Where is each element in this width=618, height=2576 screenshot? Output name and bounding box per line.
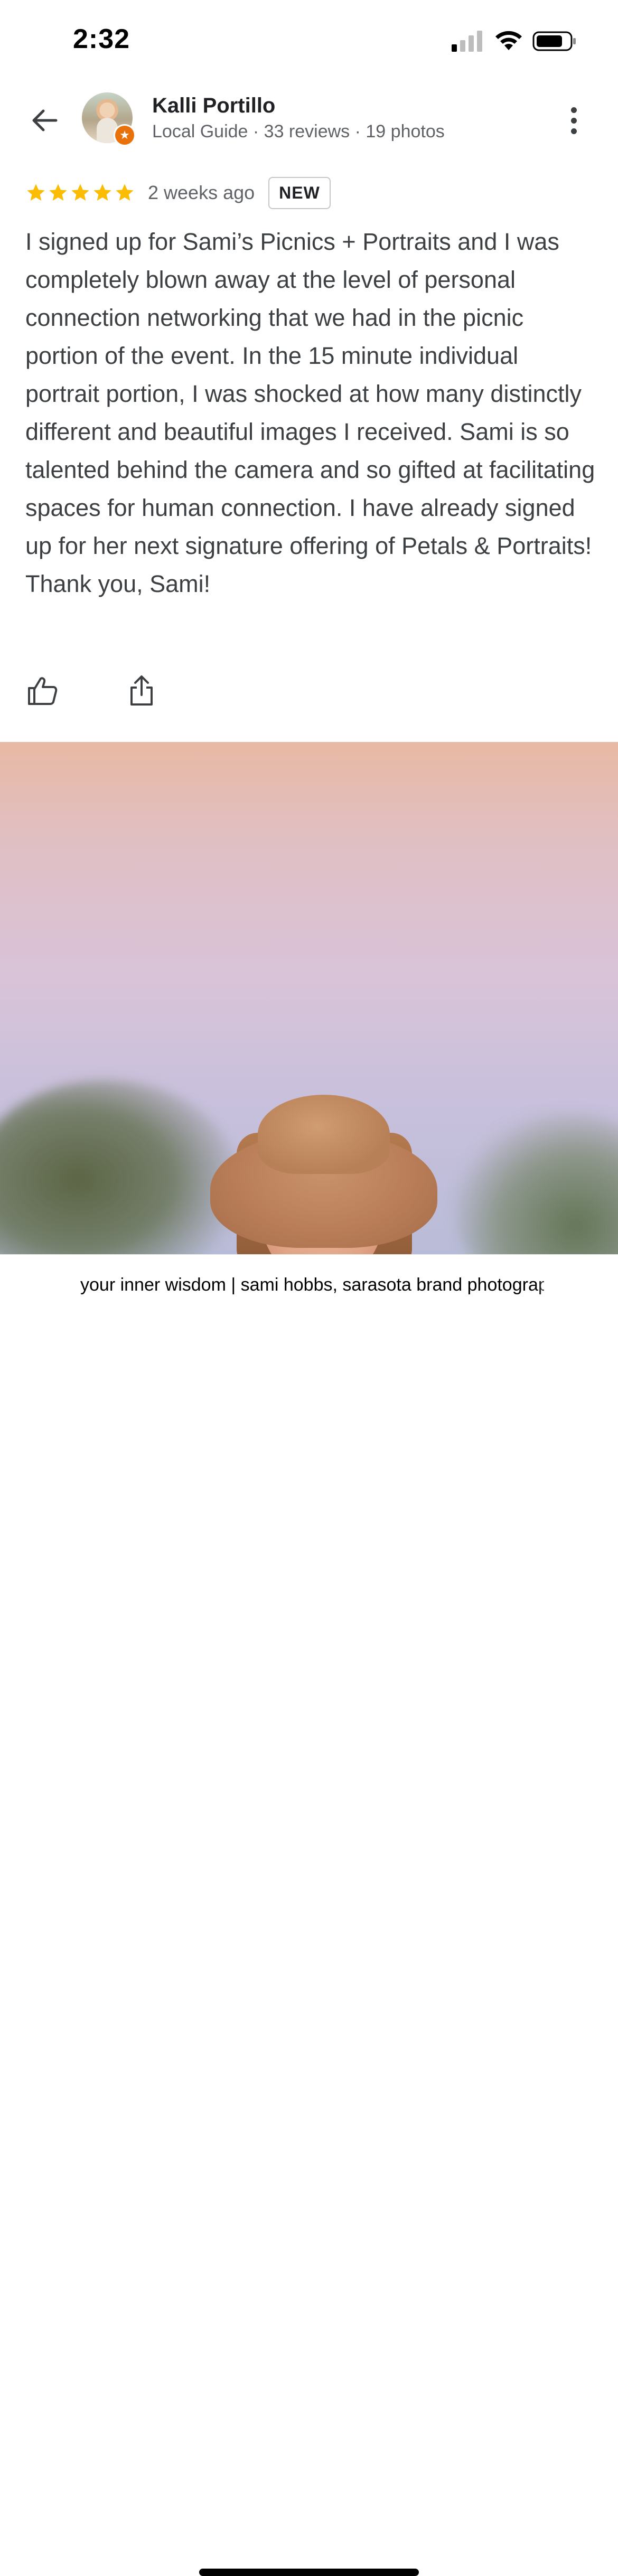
browser-address-bar[interactable]: your inner wisdom | sami hobbs, sarasota… [0,1254,618,2576]
more-vertical-icon [570,107,577,113]
star-icon [49,184,67,201]
share-button[interactable] [125,674,158,708]
hat [210,1095,437,1248]
share-icon [130,675,153,706]
review-text: I signed up for Sami’s Picnics + Portrai… [25,228,595,597]
review-photo[interactable] [0,742,618,1254]
cellular-signal-icon [452,31,482,52]
star-rating [25,182,135,203]
home-indicator[interactable] [199,2569,419,2576]
status-time: 2:32 [73,24,130,54]
url-text: your inner wisdom | sami hobbs, sarasota… [80,1274,544,1295]
like-button[interactable] [25,674,59,708]
review-actions [25,670,158,712]
battery-icon [532,31,576,51]
star-icon [71,184,89,201]
star-icon [116,184,134,201]
reviewer-name[interactable]: Kalli Portillo [152,94,275,118]
reviewer-meta: Local Guide · 33 reviews · 19 photos [152,121,445,142]
wifi-icon [495,31,522,50]
back-button[interactable] [25,101,63,139]
more-options-button[interactable] [559,99,588,142]
new-badge: NEW [268,176,331,209]
review-header: ★ Kalli Portillo Local Guide · 33 review… [0,84,618,153]
rating-row: 2 weeks ago NEW [25,174,331,211]
reviewer-avatar[interactable]: ★ [82,92,136,146]
star-icon [27,184,45,201]
arrow-left-icon [32,109,58,131]
star-icon [93,184,111,201]
thumbs-up-icon [28,677,58,705]
review-date: 2 weeks ago [148,182,255,203]
local-guide-star-icon: ★ [114,124,136,146]
url-content[interactable]: your inner wisdom | sami hobbs, sarasota… [74,1272,544,1298]
status-bar: 2:32 [0,0,618,84]
